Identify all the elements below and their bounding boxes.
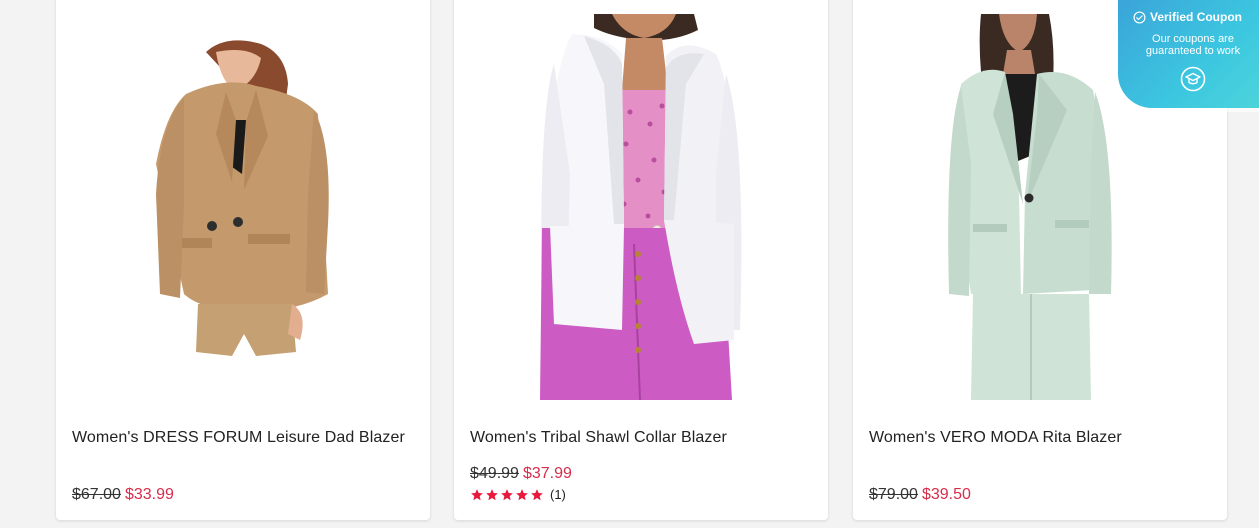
coupon-title: Verified Coupon [1150, 10, 1243, 24]
graduation-cap-icon[interactable] [1180, 66, 1206, 97]
star-icon [516, 488, 528, 500]
star-icon [486, 488, 498, 500]
coupon-description: Our coupons are guaranteed to work [1118, 33, 1259, 57]
price-row: $79.00 $39.50 [869, 486, 971, 504]
sale-price: $37.99 [522, 465, 572, 482]
product-card[interactable]: Women's Tribal Shawl Collar Blazer $49.9… [454, 0, 828, 520]
coupon-header: Verified Coupon [1133, 10, 1242, 24]
product-title[interactable]: Women's Tribal Shawl Collar Blazer [470, 429, 727, 447]
coupon-line-2: guaranteed to work [1145, 45, 1241, 57]
product-grid: Women's DRESS FORUM Leisure Dad Blazer $… [0, 0, 1259, 528]
original-price: $67.00 [72, 486, 121, 503]
product-image[interactable] [454, 0, 828, 400]
rating-row[interactable]: (1) [470, 487, 566, 502]
tan-linen-blazer-photo [56, 0, 430, 400]
star-icon [471, 488, 483, 500]
product-card[interactable]: Women's DRESS FORUM Leisure Dad Blazer $… [56, 0, 430, 520]
star-icon [531, 488, 543, 500]
check-circle-icon [1133, 10, 1146, 24]
original-price: $79.00 [869, 486, 918, 503]
sale-price: $33.99 [124, 486, 174, 503]
product-title[interactable]: Women's DRESS FORUM Leisure Dad Blazer [72, 429, 405, 447]
rating-count[interactable]: (1) [550, 487, 566, 502]
star-icon [501, 488, 513, 500]
price-row: $49.99 $37.99 [470, 465, 572, 483]
verified-coupon-badge[interactable]: Verified Coupon Our coupons are guarante… [1118, 0, 1259, 108]
star-rating [470, 488, 544, 502]
product-title[interactable]: Women's VERO MODA Rita Blazer [869, 429, 1122, 447]
sale-price: $39.50 [921, 486, 971, 503]
price-row: $67.00 $33.99 [72, 486, 174, 504]
product-image[interactable] [56, 0, 430, 400]
white-shawl-blazer-photo [454, 0, 828, 400]
original-price: $49.99 [470, 465, 519, 482]
coupon-line-1: Our coupons are [1152, 33, 1234, 45]
